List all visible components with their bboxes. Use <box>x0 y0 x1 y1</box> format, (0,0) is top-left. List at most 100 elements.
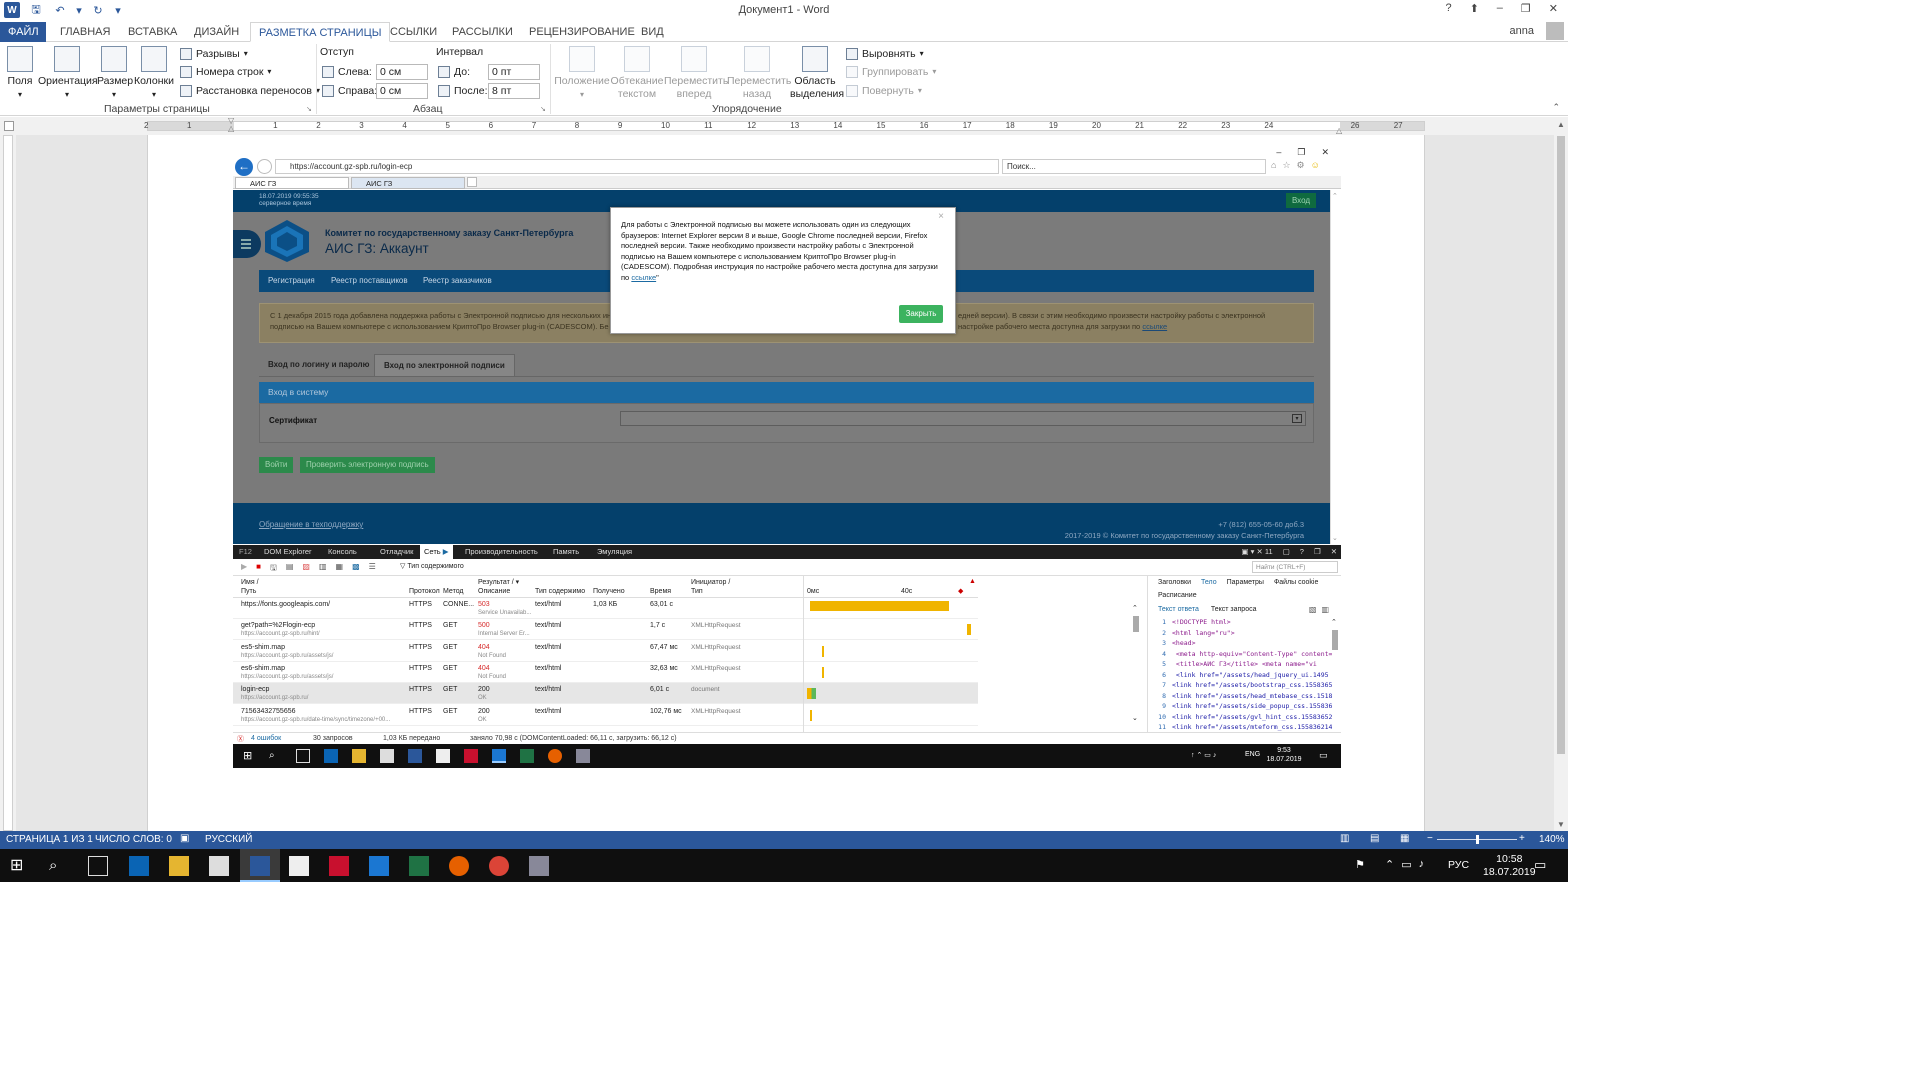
margins-button[interactable]: Поля ▾ <box>4 46 36 101</box>
account-name[interactable]: anna <box>1510 25 1534 37</box>
rotate-button[interactable]: Повернуть ▾ <box>846 82 922 99</box>
mail-icon[interactable] <box>436 749 450 763</box>
col-time[interactable]: Время <box>650 587 671 596</box>
new-tab-button[interactable] <box>467 177 477 187</box>
check-signature-button[interactable]: Проверить электронную подпись <box>300 457 435 473</box>
home-icon[interactable]: ⌂ <box>1271 160 1276 171</box>
scroll-thumb[interactable] <box>1332 630 1338 650</box>
browser-restore-button[interactable]: ❐ <box>1297 147 1305 158</box>
collapse-ribbon-icon[interactable]: ⌃ <box>1552 102 1560 113</box>
devtools-tab-emulation[interactable]: Эмуляция <box>597 547 632 556</box>
nav-customers-registry[interactable]: Реестр заказчиков <box>423 276 492 285</box>
scroll-up-icon[interactable]: ⌃ <box>1331 618 1337 626</box>
devtools-tab-memory[interactable]: Память <box>553 547 579 556</box>
table-row[interactable]: es5-shim.map https://account.gz-spb.ru/as… <box>233 641 978 662</box>
back-icon[interactable]: ← <box>235 158 253 176</box>
proofing-icon[interactable]: ▣ <box>180 833 189 844</box>
search-icon[interactable]: ⌕ <box>269 749 283 763</box>
word-taskbar-button[interactable] <box>240 849 280 882</box>
spacing-after-input[interactable]: 8 пт <box>488 82 540 99</box>
spacing-before-input[interactable]: 0 пт <box>488 63 540 80</box>
zoom-slider-thumb[interactable] <box>1476 835 1479 844</box>
notice-link[interactable]: ссылке <box>1142 322 1167 331</box>
tab-insert[interactable]: ВСТАВКА <box>120 22 185 42</box>
photos-icon[interactable] <box>529 856 549 876</box>
enter-button[interactable]: Войти <box>259 457 294 473</box>
tab-references[interactable]: ССЫЛКИ <box>382 22 445 42</box>
read-mode-icon[interactable]: ▥ <box>1340 833 1349 844</box>
col-result[interactable]: Результат / ▾ Описание <box>478 578 519 596</box>
scroll-down-icon[interactable]: ⌄ <box>1132 714 1138 722</box>
tab-headers[interactable]: Заголовки <box>1158 579 1191 586</box>
scroll-thumb[interactable] <box>1557 136 1565 754</box>
input-language[interactable]: РУС <box>1448 859 1469 871</box>
app-icon[interactable] <box>576 749 590 763</box>
devtools-tab-performance[interactable]: Производительность <box>465 547 538 556</box>
embedded-clock[interactable]: 9:53 18.07.2019 <box>1263 746 1305 764</box>
explorer-icon[interactable] <box>352 749 366 763</box>
certificate-select[interactable]: ▾ <box>620 411 1306 426</box>
stop-icon[interactable]: ■ <box>256 562 261 576</box>
notifications-icon[interactable]: ▭ <box>1534 857 1546 873</box>
group-button[interactable]: Группировать ▾ <box>846 63 936 80</box>
close-button[interactable]: ✕ <box>1549 2 1558 15</box>
network-icon[interactable]: ▭ <box>1401 858 1411 871</box>
align-button[interactable]: Выровнять ▾ <box>846 45 924 62</box>
word-icon[interactable] <box>408 749 422 763</box>
devtools-close-icon[interactable]: ✕ <box>1331 547 1337 556</box>
table-row[interactable]: get?path=%2Flogin-ecp https://account.gz-… <box>233 619 978 641</box>
smiley-icon[interactable]: ☺ <box>1311 160 1320 171</box>
columns-button[interactable]: Колонки ▾ <box>133 46 175 101</box>
right-indent-marker-icon[interactable]: △ <box>1336 126 1342 135</box>
tab-view[interactable]: ВИД <box>633 22 672 42</box>
table-row[interactable]: login-ecp https://account.gz-spb.ru/HTTPS… <box>233 683 978 705</box>
support-link[interactable]: Обращение в техподдержку <box>259 520 363 529</box>
col-name[interactable]: Имя / Путь <box>241 578 259 596</box>
devtools-tab-dom[interactable]: DOM Explorer <box>264 547 312 556</box>
zoom-level[interactable]: 140% <box>1539 834 1565 845</box>
tab-file[interactable]: ФАЙЛ <box>0 22 46 42</box>
avatar[interactable] <box>1546 22 1564 40</box>
tab-design[interactable]: ДИЗАЙН <box>186 22 247 42</box>
errors-count[interactable]: 4 ошибок <box>251 735 281 742</box>
devtools-tab-debugger[interactable]: Отладчик <box>380 547 413 556</box>
tab-cookies[interactable]: Файлы cookie <box>1274 579 1318 586</box>
tab-timing[interactable]: Расписание <box>1158 592 1197 599</box>
tray-expand-icon[interactable]: ⌃ <box>1385 858 1394 871</box>
ribbon-display-icon[interactable]: ⬆ <box>1470 2 1479 15</box>
play-icon[interactable]: ▶ <box>241 562 247 576</box>
line-numbers-button[interactable]: Номера строк ▾ <box>180 63 271 80</box>
save-har-icon[interactable]: 🖫 <box>270 562 277 576</box>
modal-close-button[interactable]: Закрыть <box>899 305 943 323</box>
favorites-icon[interactable]: ☆ <box>1282 160 1290 171</box>
hyphenation-button[interactable]: Расстановка переносов ▾ <box>180 82 320 99</box>
zoom-out-icon[interactable]: − <box>1427 833 1433 844</box>
scroll-down-icon[interactable]: ▼ <box>1557 820 1565 829</box>
tab-home[interactable]: ГЛАВНАЯ <box>52 22 118 42</box>
wrap-text-button[interactable]: Обтекание текстом <box>610 46 664 101</box>
scroll-thumb[interactable] <box>1133 616 1139 632</box>
nav-suppliers-registry[interactable]: Реестр поставщиков <box>331 276 408 285</box>
language-status[interactable]: РУССКИЙ <box>205 834 252 845</box>
settings-icon[interactable]: ⚙ <box>1297 160 1305 171</box>
undock-icon[interactable]: ❐ <box>1314 547 1321 556</box>
print-layout-icon[interactable]: ▤ <box>1370 833 1379 844</box>
tab-body[interactable]: Тело <box>1201 579 1217 586</box>
clear-icon[interactable]: ▨ <box>302 562 310 576</box>
tab-review[interactable]: РЕЦЕНЗИРОВАНИЕ <box>521 22 643 42</box>
tab-response-text[interactable]: Текст ответа <box>1158 606 1199 613</box>
browser-tab[interactable]: АИС ГЗ <box>235 177 349 189</box>
mail-icon[interactable] <box>289 856 309 876</box>
help-icon[interactable]: ? <box>1445 2 1451 15</box>
chrome-icon[interactable] <box>489 856 509 876</box>
embedded-screenshot[interactable]: – ❐ ✕ ← https://account.gz-spb.ru/login-… <box>233 144 1341 768</box>
clear-session-icon[interactable]: ▥ <box>319 562 327 576</box>
system-clock[interactable]: 10:58 18.07.2019 <box>1483 853 1536 879</box>
size-button[interactable]: Размер ▾ <box>97 46 133 101</box>
scroll-up-icon[interactable]: ⌃ <box>1132 604 1138 612</box>
breaks-button[interactable]: Разрывы ▾ <box>180 45 248 62</box>
code-scrollbar[interactable]: ⌃ <box>1331 618 1339 728</box>
tab-login-password[interactable]: Вход по логину и паролю <box>259 354 378 376</box>
tab-request-text[interactable]: Текст запроса <box>1211 606 1257 613</box>
vertical-scrollbar[interactable]: ▲ ▼ <box>1554 118 1568 831</box>
